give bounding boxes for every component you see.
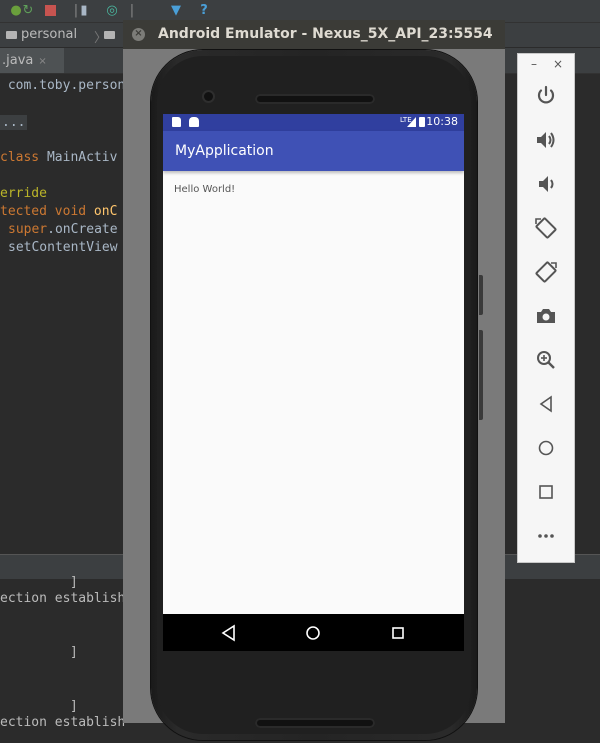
- tab-main-activity[interactable]: .java ×: [0, 48, 64, 73]
- code-text: setContentView: [8, 240, 118, 255]
- window-title: Android Emulator - Nexus_5X_API_23:5554: [158, 26, 493, 42]
- hardware-volume-button: [479, 330, 483, 420]
- emulator-titlebar[interactable]: × Android Emulator - Nexus_5X_API_23:555…: [123, 20, 505, 49]
- nav-home-button[interactable]: [303, 623, 323, 643]
- rotate-left-icon[interactable]: [532, 214, 560, 242]
- code-keyword: super: [8, 222, 48, 237]
- front-camera: [204, 92, 213, 101]
- code-line: ...: [0, 115, 28, 130]
- emulator-toolbar: – ×: [517, 53, 575, 563]
- close-tab-icon[interactable]: ×: [38, 56, 46, 67]
- avd-icon[interactable]: ▮: [76, 3, 92, 19]
- code-keyword: class: [0, 150, 47, 165]
- speaker-grille-top: [255, 94, 375, 104]
- sdk-manager-icon[interactable]: ▼: [168, 3, 184, 19]
- code-text: com.toby.person: [0, 78, 126, 93]
- back-icon[interactable]: [532, 390, 560, 418]
- code-class: MainActiv: [46, 150, 118, 165]
- volume-up-icon[interactable]: [532, 126, 560, 154]
- sd-card-icon: [172, 117, 181, 127]
- navigation-bar: [163, 614, 464, 651]
- nav-back-button[interactable]: [219, 623, 239, 643]
- help-icon[interactable]: ?: [196, 3, 212, 19]
- code-line: class MainActiv: [0, 150, 117, 165]
- android-icon: [189, 117, 199, 127]
- overview-icon[interactable]: [532, 478, 560, 506]
- rotate-right-icon[interactable]: [532, 258, 560, 286]
- minimize-button[interactable]: –: [531, 57, 537, 71]
- code-line: erride: [0, 186, 47, 201]
- breadcrumb-label: personal: [21, 27, 78, 42]
- code-line: setContentView: [8, 240, 118, 255]
- sync-gradle-icon[interactable]: ◎: [104, 3, 120, 19]
- status-bar: LTE 10:38: [163, 114, 464, 131]
- signal-icon: [407, 117, 416, 127]
- app-title: MyApplication: [175, 143, 274, 159]
- power-icon[interactable]: [532, 82, 560, 110]
- folded-code[interactable]: ...: [0, 115, 28, 130]
- folder-icon: [6, 30, 17, 39]
- stop-icon[interactable]: [42, 3, 58, 19]
- code-line: super.onCreate: [8, 222, 118, 237]
- status-time: 10:38: [426, 115, 458, 128]
- code-text: .onCreate: [47, 222, 118, 237]
- code-line: com.toby.person: [0, 78, 125, 93]
- code-keyword: tected void: [0, 204, 94, 219]
- app-bar: MyApplication: [163, 131, 464, 171]
- tab-label: .java: [2, 53, 34, 68]
- divider-icon: |: [129, 3, 135, 18]
- window-close-button[interactable]: ×: [132, 28, 145, 41]
- volume-down-icon[interactable]: [532, 170, 560, 198]
- code-method: onC: [93, 204, 118, 219]
- zoom-icon[interactable]: [532, 346, 560, 374]
- breadcrumb-item[interactable]: personal: [6, 27, 77, 42]
- log-line: ]: [70, 575, 78, 590]
- hardware-power-button: [479, 275, 483, 315]
- code-annotation: erride: [0, 186, 47, 201]
- battery-icon: [419, 117, 425, 127]
- camera-icon[interactable]: [532, 302, 560, 330]
- log-line: ection establish: [0, 591, 126, 606]
- code-line: tected void onC: [0, 204, 117, 219]
- home-icon[interactable]: [532, 434, 560, 462]
- close-button[interactable]: ×: [553, 57, 563, 71]
- more-icon[interactable]: [532, 522, 560, 550]
- device-screen[interactable]: LTE 10:38 MyApplication Hello World!: [163, 114, 464, 651]
- close-icon: ×: [134, 28, 143, 39]
- log-line: ]: [70, 645, 78, 660]
- folder-icon: [104, 30, 115, 39]
- speaker-grille-bottom: [255, 718, 375, 728]
- breadcrumb-item[interactable]: [104, 27, 119, 42]
- hello-text: Hello World!: [174, 184, 236, 195]
- log-line: ]: [70, 699, 78, 714]
- rerun-icon[interactable]: ↻: [20, 3, 36, 19]
- nav-overview-button[interactable]: [388, 623, 408, 643]
